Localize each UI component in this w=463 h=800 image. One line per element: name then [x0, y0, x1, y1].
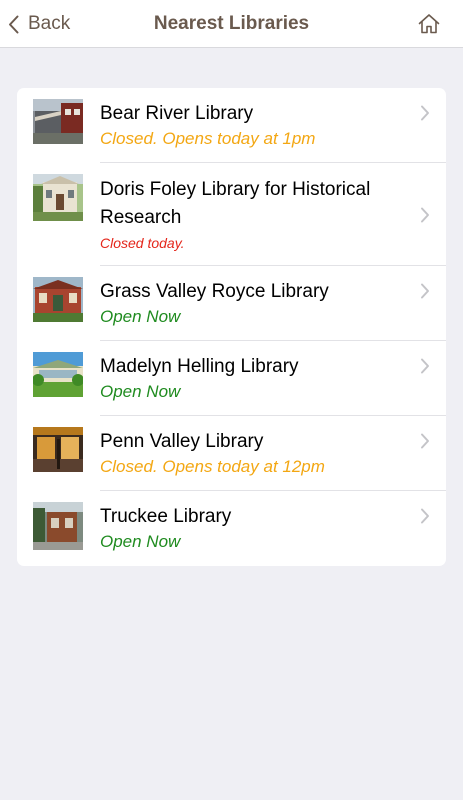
library-row[interactable]: Truckee Library Open Now [17, 491, 446, 566]
chevron-right-icon [421, 105, 429, 121]
library-thumbnail [33, 352, 83, 397]
library-name: Madelyn Helling Library [100, 356, 299, 377]
library-status: Open Now [100, 382, 181, 401]
chevron-right-icon [421, 508, 429, 524]
home-button[interactable] [417, 12, 441, 36]
library-list: Bear River Library Closed. Opens today a… [17, 88, 446, 566]
library-status: Open Now [100, 532, 181, 551]
library-row[interactable]: Grass Valley Royce Library Open Now [17, 266, 446, 341]
library-thumbnail [33, 427, 83, 472]
chevron-right-icon [421, 283, 429, 299]
library-thumbnail [33, 174, 83, 221]
library-status: Closed. Opens today at 12pm [100, 457, 325, 476]
nav-bar: Back Nearest Libraries [0, 0, 463, 48]
chevron-right-icon [421, 433, 429, 449]
library-name: Penn Valley Library [100, 431, 264, 452]
library-name: Bear River Library [100, 103, 254, 124]
library-name: Doris Foley Library for Historical Resea… [100, 179, 371, 228]
library-status: Closed today. [100, 235, 185, 251]
library-row[interactable]: Penn Valley Library Closed. Opens today … [17, 416, 446, 491]
library-name: Truckee Library [100, 506, 232, 527]
library-thumbnail [33, 277, 83, 322]
library-row[interactable]: Bear River Library Closed. Opens today a… [17, 88, 446, 163]
library-name: Grass Valley Royce Library [100, 281, 329, 302]
chevron-right-icon [421, 207, 429, 223]
library-status: Open Now [100, 307, 181, 326]
library-row[interactable]: Doris Foley Library for Historical Resea… [17, 163, 446, 266]
page-title: Nearest Libraries [153, 13, 310, 34]
library-thumbnail [33, 99, 83, 144]
library-status: Closed. Opens today at 1pm [100, 129, 316, 148]
library-thumbnail [33, 502, 83, 550]
home-icon [418, 14, 440, 34]
library-row[interactable]: Madelyn Helling Library Open Now [17, 341, 446, 416]
chevron-right-icon [421, 358, 429, 374]
